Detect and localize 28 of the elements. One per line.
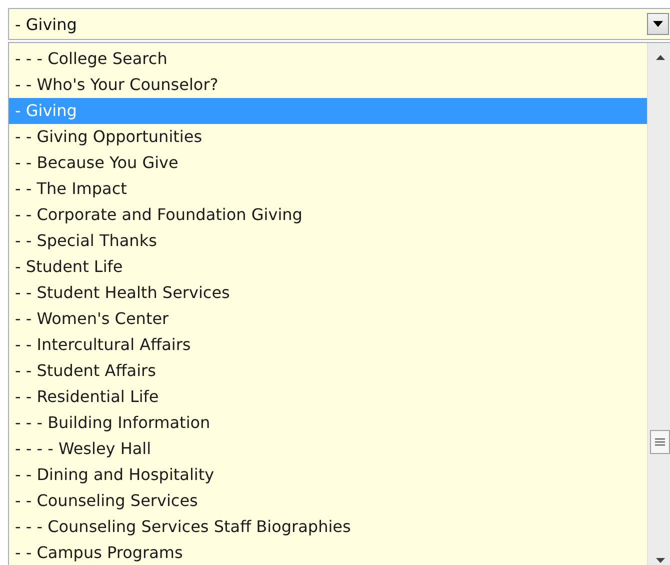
- list-option[interactable]: - - Women's Center: [9, 306, 647, 332]
- list-option[interactable]: - - Student Health Services: [9, 280, 647, 306]
- scroll-down-icon[interactable]: [656, 558, 664, 563]
- list-option[interactable]: - - The Impact: [9, 176, 647, 202]
- list-option[interactable]: - - Counseling Services: [9, 488, 647, 514]
- list-option[interactable]: - - Campus Programs: [9, 540, 647, 565]
- scrollbar[interactable]: [647, 43, 670, 565]
- list-option[interactable]: - - - Counseling Services Staff Biographies: [9, 514, 647, 540]
- list-option[interactable]: - - Special Thanks: [9, 228, 647, 254]
- list-option[interactable]: - - Because You Give: [9, 150, 647, 176]
- caret-icon: [653, 21, 663, 27]
- dropdown-select[interactable]: - Giving: [8, 8, 670, 40]
- list-option[interactable]: - - Corporate and Foundation Giving: [9, 202, 647, 228]
- list-option[interactable]: - - - - Wesley Hall: [9, 436, 647, 462]
- list-option[interactable]: - - Student Affairs: [9, 358, 647, 384]
- selected-value: - Giving: [14, 14, 77, 34]
- list-option[interactable]: - - Giving Opportunities: [9, 124, 647, 150]
- list-option[interactable]: - - - College Search: [9, 46, 647, 72]
- list-option[interactable]: - - Residential Life: [9, 384, 647, 410]
- list-option[interactable]: - - Intercultural Affairs: [9, 332, 647, 358]
- scroll-up-icon[interactable]: [656, 55, 664, 60]
- scroll-thumb[interactable]: [650, 430, 670, 454]
- list-option[interactable]: - - Dining and Hospitality: [9, 462, 647, 488]
- list-option[interactable]: - - Who's Your Counselor?: [9, 72, 647, 98]
- grip-icon: [655, 438, 665, 446]
- list-option[interactable]: - Student Life: [9, 254, 647, 280]
- dropdown-button[interactable]: [647, 13, 669, 35]
- list-option[interactable]: - - - Building Information: [9, 410, 647, 436]
